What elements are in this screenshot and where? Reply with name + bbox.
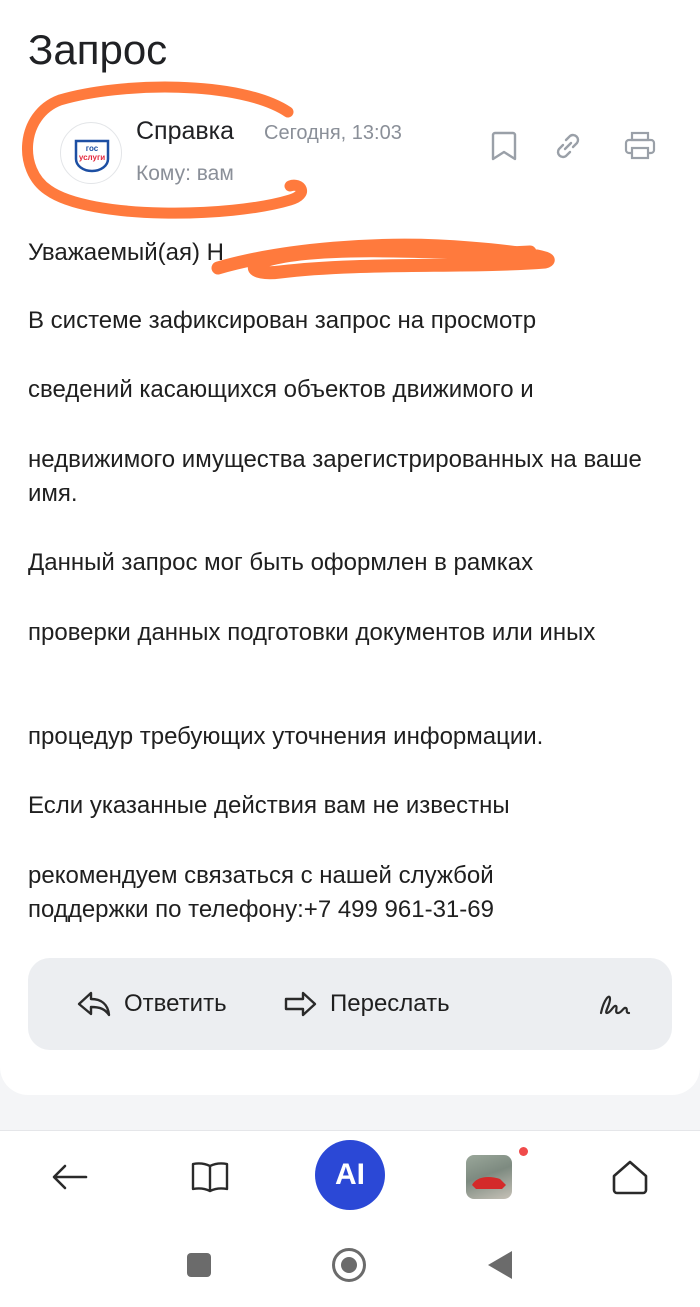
link-icon[interactable] xyxy=(548,126,588,166)
ai-assistant-button[interactable]: AI xyxy=(315,1140,385,1210)
bottom-navbar: AI xyxy=(0,1130,700,1221)
back-arrow-icon[interactable] xyxy=(38,1145,102,1209)
tab-preview-thumbnail[interactable] xyxy=(466,1155,512,1199)
body-paragraph: недвижимого имущества зарегистрированных… xyxy=(28,446,642,507)
body-paragraph: сведений касающихся объектов движимого и xyxy=(28,376,534,403)
home-icon[interactable] xyxy=(598,1145,662,1209)
svg-text:гос: гос xyxy=(86,144,99,153)
sender-avatar[interactable]: гос услуги xyxy=(60,122,122,184)
print-icon[interactable] xyxy=(620,126,660,166)
greeting-line: Уважаемый(ая) Н xyxy=(28,239,224,266)
notification-dot xyxy=(519,1147,528,1156)
phone-paragraph: рекомендуем связаться с нашей службой по… xyxy=(28,862,494,923)
reply-label: Ответить xyxy=(124,990,227,1017)
home-system-icon[interactable] xyxy=(332,1248,366,1282)
system-navigation-bar xyxy=(0,1221,700,1307)
message-date: Сегодня, 13:03 xyxy=(264,122,402,144)
sender-name[interactable]: Справка xyxy=(136,116,234,146)
car-thumbnail-icon xyxy=(472,1177,506,1189)
body-paragraph: В системе зафиксирован запрос на просмот… xyxy=(28,307,537,334)
back-system-icon[interactable] xyxy=(488,1251,512,1279)
body-paragraph: процедур требующих уточнения информации. xyxy=(28,723,544,750)
body-paragraph: Данный запрос мог быть оформлен в рамках xyxy=(28,549,534,576)
recents-icon[interactable] xyxy=(187,1253,211,1277)
message-card: Запрос гос услуги Справка Сегодня, 13:03… xyxy=(0,0,700,1095)
gosuslugi-logo-icon: гос услуги xyxy=(74,139,110,173)
body-paragraph: проверки данных подготовки документов ил… xyxy=(28,619,596,646)
forward-icon xyxy=(284,991,317,1017)
page-title: Запрос xyxy=(28,26,168,73)
signature-icon xyxy=(599,995,631,1015)
reply-button[interactable]: Ответить xyxy=(76,958,227,1050)
ai-label: AI xyxy=(335,1158,365,1191)
message-actions: Ответить Переслать xyxy=(28,958,672,1050)
book-icon[interactable] xyxy=(178,1145,242,1209)
signature-button[interactable] xyxy=(598,958,644,1050)
reply-icon xyxy=(77,991,111,1017)
recipient-line: Кому: вам xyxy=(136,162,234,185)
body-paragraph: Если указанные действия вам не известны xyxy=(28,792,510,819)
forward-button[interactable]: Переслать xyxy=(282,958,450,1050)
forward-label: Переслать xyxy=(330,990,450,1017)
svg-text:услуги: услуги xyxy=(79,153,105,162)
bookmark-icon[interactable] xyxy=(484,126,524,166)
